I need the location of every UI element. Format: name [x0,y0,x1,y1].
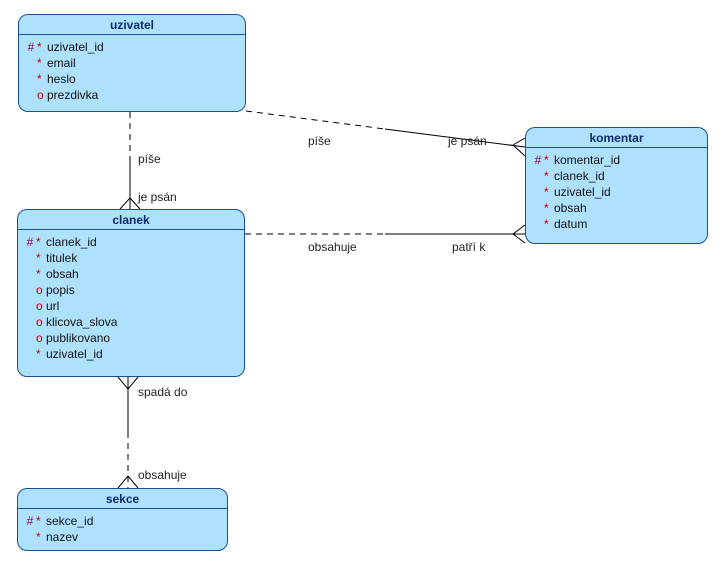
entity-uzivatel: uzivatel #*uzivatel_id *email *heslo opr… [18,14,246,112]
entity-title: komentar [526,128,707,148]
attr-row: *obsah [532,200,701,216]
entity-title: sekce [18,489,227,509]
entity-body: #*uzivatel_id *email *heslo oprezdivka [19,35,245,109]
attr-row: opublikovano [24,330,238,346]
attr-row: *datum [532,216,701,232]
label-spada-do: spadá do [138,385,187,399]
attr-row: *obsah [24,266,238,282]
attr-row: *heslo [25,71,239,87]
attr-row: *nazev [24,529,221,545]
attr-row: oprezdivka [25,87,239,103]
attr-row: *clanek_id [532,168,701,184]
entity-clanek: clanek #*clanek_id *titulek *obsah opopi… [17,209,245,377]
attr-row: #*sekce_id [24,513,221,529]
label-jepsan-vertical: je psán [138,190,177,204]
entity-title: uzivatel [19,15,245,35]
entity-body: #*komentar_id *clanek_id *uzivatel_id *o… [526,148,707,238]
label-patrik: patří k [452,240,485,254]
attr-row: #*komentar_id [532,152,701,168]
attr-row: *uzivatel_id [532,184,701,200]
attr-row: #*uzivatel_id [25,39,239,55]
attr-row: *uzivatel_id [24,346,238,362]
entity-body: #*clanek_id *titulek *obsah opopis ourl … [18,230,244,368]
entity-body: #*sekce_id *nazev [18,509,227,551]
attr-row: opopis [24,282,238,298]
label-obsahuje-vertical: obsahuje [138,468,187,482]
label-pise-horizontal: píše [308,134,331,148]
entity-title: clanek [18,210,244,230]
entity-sekce: sekce #*sekce_id *nazev [17,488,228,551]
attr-row: oklicova_slova [24,314,238,330]
attr-row: ourl [24,298,238,314]
label-jepsan-horizontal: je psán [448,134,487,148]
attr-row: *email [25,55,239,71]
label-obsahuje-horizontal: obsahuje [308,240,357,254]
label-pise-vertical: píše [138,152,161,166]
attr-row: #*clanek_id [24,234,238,250]
attr-row: *titulek [24,250,238,266]
entity-komentar: komentar #*komentar_id *clanek_id *uziva… [525,127,708,244]
